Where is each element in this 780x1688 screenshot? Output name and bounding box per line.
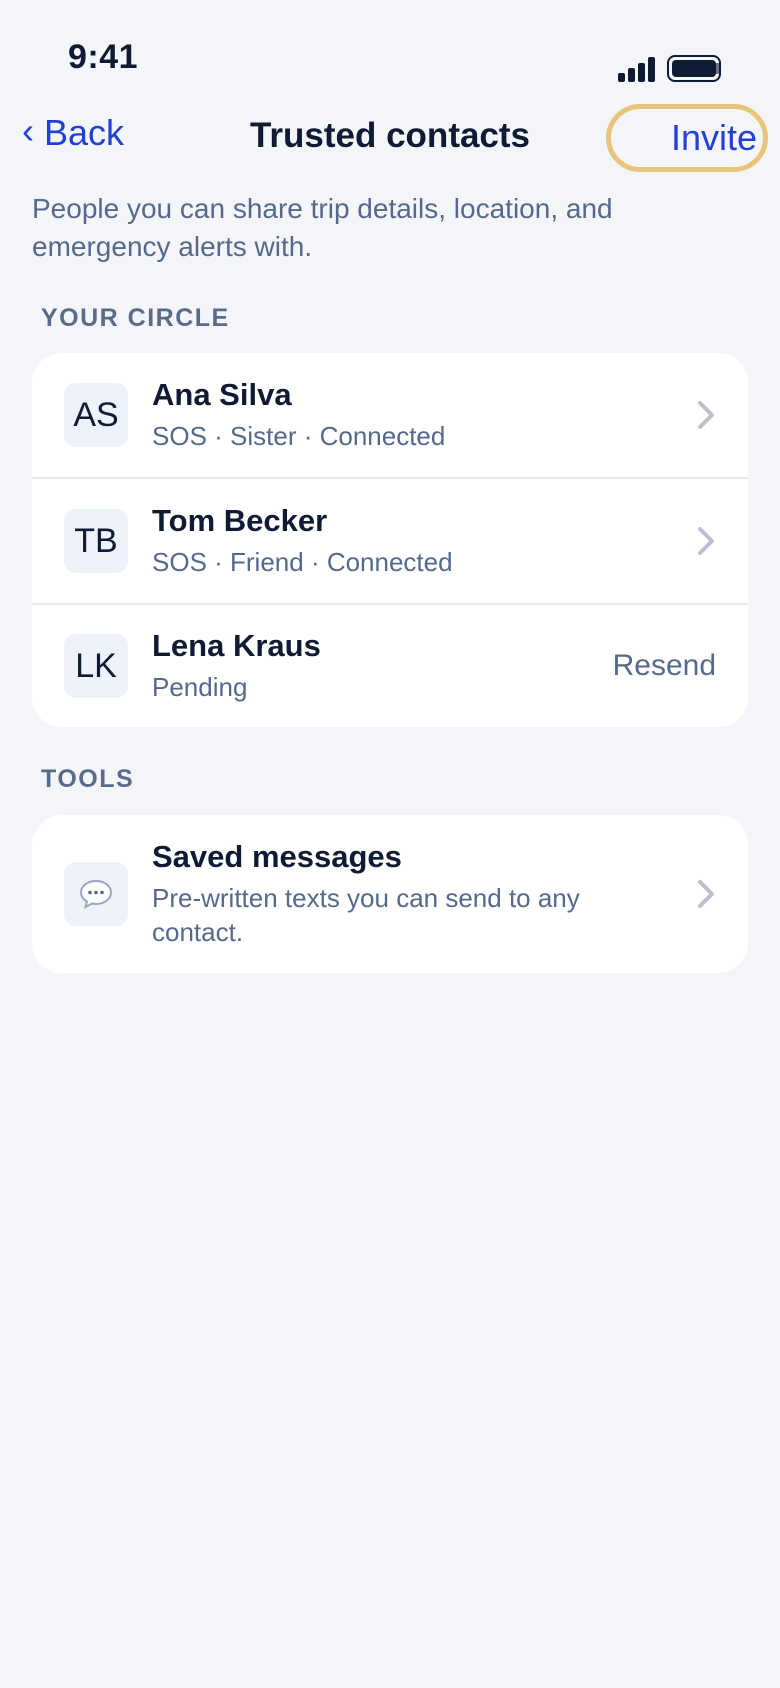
section-header-tools: TOOLS — [41, 765, 135, 793]
tool-text: Saved messages Pre-written texts you can… — [152, 839, 716, 949]
contact-text: Lena Kraus Pending — [152, 628, 613, 704]
battery-icon — [667, 55, 721, 82]
contact-name: Lena Kraus — [152, 628, 321, 663]
contact-subtitle: SOS · Sister · Connected — [152, 421, 446, 451]
contact-text: Ana Silva SOS · Sister · Connected — [152, 377, 716, 453]
contact-name: Tom Becker — [152, 503, 328, 538]
speech-bubble-icon — [64, 862, 128, 926]
status-time: 9:41 — [68, 38, 139, 76]
cellular-signal-icon — [618, 56, 656, 82]
chevron-right-icon — [698, 527, 714, 555]
avatar: AS — [64, 383, 128, 447]
tool-title: Saved messages — [152, 839, 402, 874]
contact-row-lena-kraus: LK Lena Kraus Pending Resend — [32, 603, 748, 727]
contact-row-tom-becker[interactable]: TB Tom Becker SOS · Friend · Connected — [32, 477, 748, 603]
chevron-right-icon — [698, 880, 714, 908]
tool-row-saved-messages[interactable]: Saved messages Pre-written texts you can… — [32, 815, 748, 973]
contact-row-ana-silva[interactable]: AS Ana Silva SOS · Sister · Connected — [32, 353, 748, 477]
contact-subtitle: SOS · Friend · Connected — [152, 547, 453, 577]
battery-cap — [716, 63, 720, 74]
invite-label: Invite — [670, 117, 757, 158]
section-header-your-circle: YOUR CIRCLE — [41, 304, 230, 332]
chevron-right-icon — [698, 401, 714, 429]
avatar: TB — [64, 509, 128, 573]
tools-card: Saved messages Pre-written texts you can… — [32, 815, 748, 973]
contact-text: Tom Becker SOS · Friend · Connected — [152, 503, 716, 579]
invite-button[interactable]: Invite — [606, 104, 768, 172]
contact-status: Pending — [152, 672, 248, 702]
contact-name: Ana Silva — [152, 377, 292, 412]
tool-subtitle: Pre-written texts you can send to any co… — [152, 883, 580, 947]
avatar: LK — [64, 634, 128, 698]
resend-button[interactable]: Resend — [613, 649, 716, 683]
contacts-card: AS Ana Silva SOS · Sister · Connected TB… — [32, 353, 748, 727]
screen: 9:41 ‹ Back Trusted contacts Invite Peop… — [0, 0, 780, 1688]
intro-text: People you can share trip details, locat… — [32, 193, 613, 262]
